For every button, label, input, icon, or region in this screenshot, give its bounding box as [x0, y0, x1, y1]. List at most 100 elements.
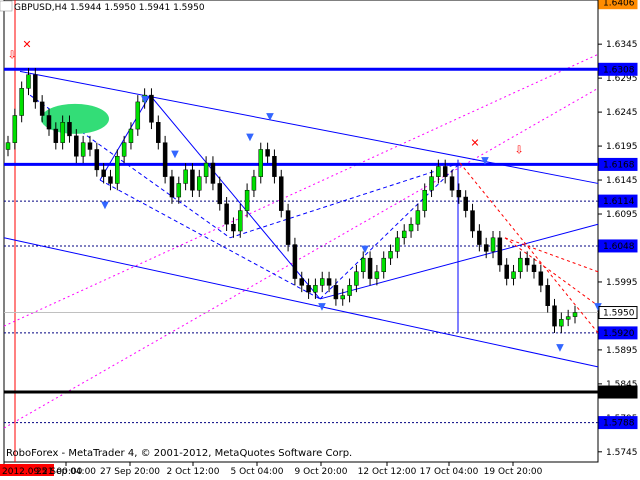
candle-body [101, 169, 106, 177]
candle-body [463, 196, 468, 211]
candle-body [504, 264, 509, 279]
y-tick-label: 1.5995 [606, 278, 638, 288]
candle-body [538, 271, 544, 286]
x-tick-label: 9 Oct 20:00 [295, 467, 348, 477]
candle-body [497, 237, 503, 266]
candle-body [401, 230, 407, 239]
candle-body [559, 319, 564, 327]
level-label: 1.6114 [603, 197, 635, 207]
candle-body [524, 257, 530, 266]
candle-body [135, 101, 141, 130]
candle-body [347, 285, 352, 296]
candle-body [162, 142, 168, 177]
chart-svg: 1.63451.62951.62451.61951.61451.60951.60… [0, 0, 638, 477]
candle-body [477, 230, 482, 245]
candle-body [299, 278, 304, 286]
level-label: 1.6168 [603, 160, 635, 170]
candle-body [217, 183, 223, 205]
candle-body [46, 115, 52, 130]
candle-body [197, 176, 202, 191]
candle-body [210, 162, 216, 184]
candle-body [238, 210, 243, 232]
red-x-marker: ✕ [22, 38, 31, 51]
candle-body [408, 223, 414, 232]
candle-body [26, 74, 31, 89]
fractal-marker-icon: ▼ [361, 244, 369, 255]
candle-body [285, 210, 291, 245]
candle-body [490, 237, 496, 252]
candle-body [87, 142, 93, 150]
candle-body [545, 285, 550, 306]
candle-body [80, 142, 86, 157]
fractal-marker-icon: ▼ [101, 200, 109, 211]
red-down-arrow-icon: ⇩ [514, 143, 523, 156]
candle-body [367, 257, 373, 279]
y-tick-label: 1.6195 [606, 142, 638, 152]
level-label: 1.5833 [603, 388, 635, 398]
red-down-arrow-icon: ⇩ [7, 48, 16, 61]
candle-body [224, 203, 229, 225]
candle-body [128, 128, 134, 143]
level-label: 1.5950 [603, 309, 635, 319]
candle-body [5, 142, 11, 150]
candle-body [531, 264, 537, 273]
candle-body [415, 210, 421, 225]
x-tick-label: 27 Sep 20:00 [100, 467, 160, 477]
candle-body [94, 149, 100, 171]
candle-body [156, 122, 161, 143]
x-tick-label: 19 Oct 20:00 [484, 467, 543, 477]
candle-body [39, 101, 45, 116]
candle-body [251, 176, 257, 191]
candle-body [319, 278, 325, 286]
candle-body [265, 149, 270, 157]
candle-body [115, 156, 120, 184]
candle-body [422, 189, 427, 211]
chart-footer: RoboForex - MetaTrader 4, © 2001-2012, M… [6, 448, 352, 459]
candle-body [12, 115, 18, 143]
candle-body [108, 176, 113, 184]
candle-body [272, 156, 277, 177]
x-tick-label: 25 Sep 04:00 [36, 467, 96, 477]
y-tick-label: 1.6095 [606, 210, 638, 220]
level-label: 1.5788 [603, 419, 635, 429]
candle-body [19, 88, 24, 116]
candle-body [190, 169, 195, 191]
candle-body [374, 271, 380, 279]
candle-body [306, 285, 311, 293]
candle-body [360, 257, 366, 273]
candle-body [518, 257, 523, 273]
candle-body [340, 295, 345, 300]
red-x-marker: ✕ [470, 137, 479, 150]
candle-body [53, 128, 59, 143]
fractal-marker-icon: ▼ [266, 112, 274, 123]
candle-body [313, 285, 318, 293]
candle-body [74, 135, 79, 157]
x-tick-label: 5 Oct 04:00 [231, 467, 284, 477]
y-tick-label: 1.5895 [606, 346, 638, 356]
candle-body [333, 285, 339, 300]
candle-body [354, 271, 359, 286]
level-label: 1.6406 [603, 0, 635, 9]
candle-body [565, 316, 571, 320]
candle-body [326, 278, 332, 286]
y-tick-label: 1.5745 [606, 448, 638, 458]
candle-body [169, 176, 175, 198]
fractal-marker-icon: ▼ [556, 343, 564, 354]
fractal-marker-icon: ▼ [141, 95, 149, 106]
fractal-marker-icon: ▼ [481, 156, 489, 167]
candle-body [244, 189, 250, 211]
candle-body [292, 244, 298, 279]
candle-body [429, 176, 434, 191]
x-tick-label: 12 Oct 12:00 [358, 467, 417, 477]
candle-body [381, 257, 386, 273]
fractal-marker-icon: ▼ [171, 149, 179, 160]
candle-body [258, 149, 264, 177]
candle-body [449, 176, 455, 191]
candle-body [483, 244, 489, 252]
level-label: 1.6048 [603, 242, 635, 252]
y-tick-label: 1.6345 [606, 40, 638, 50]
fractal-marker-icon: ▼ [318, 302, 326, 313]
candle-body [203, 162, 209, 177]
candle-body [176, 183, 182, 198]
y-tick-label: 1.6145 [606, 176, 638, 186]
